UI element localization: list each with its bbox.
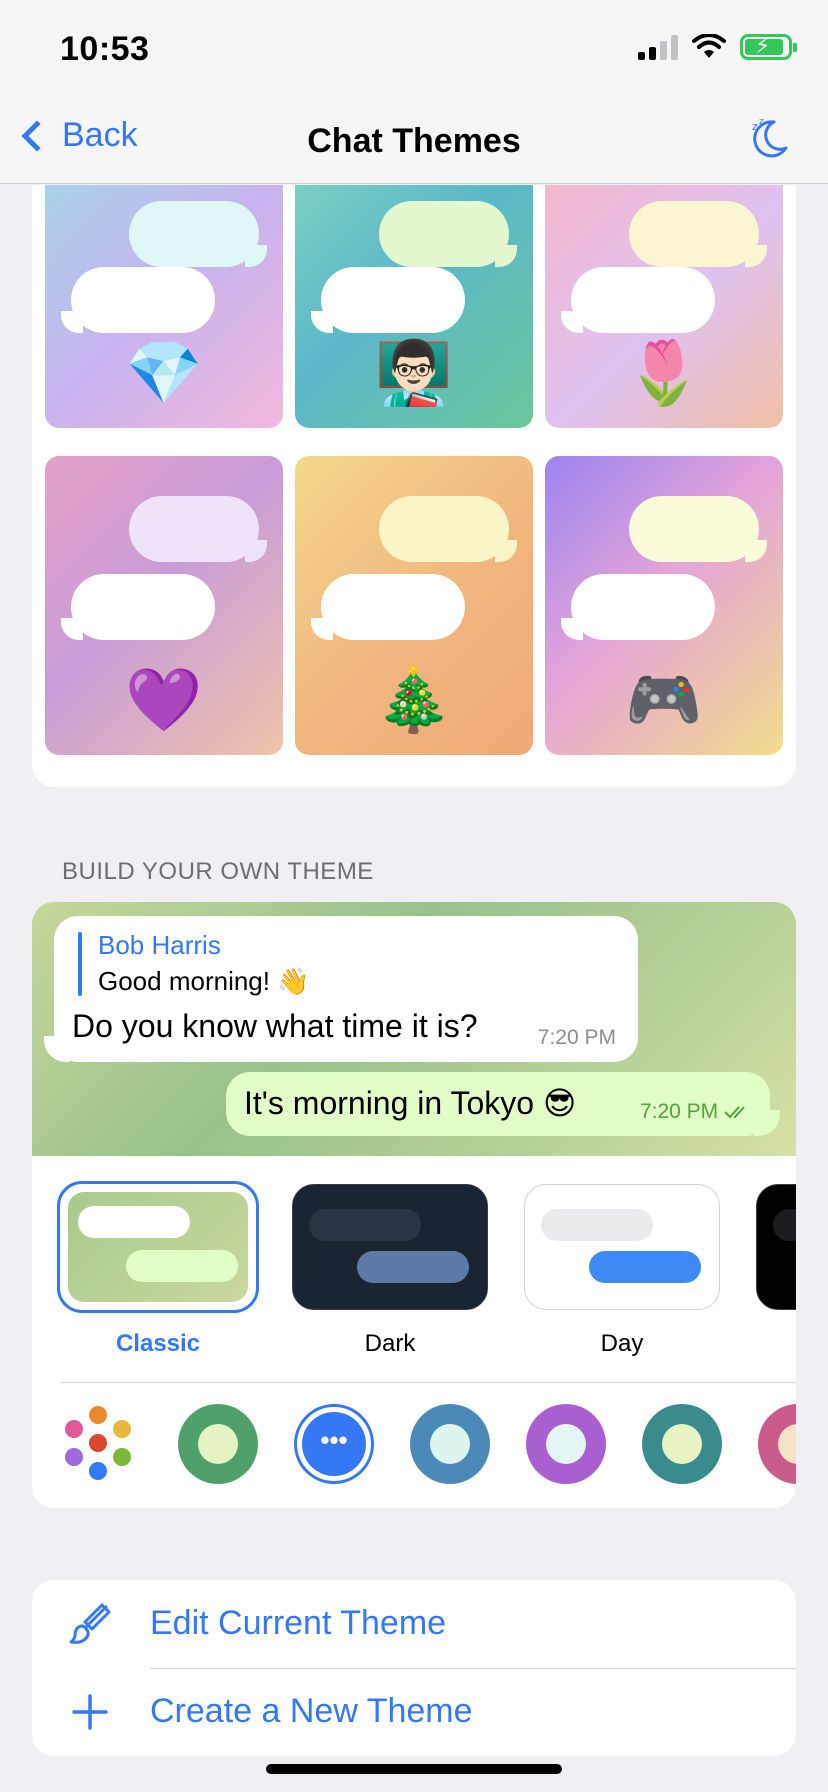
divider [60, 1382, 796, 1383]
incoming-bubble-preview [561, 267, 715, 333]
incoming-bubble-preview [61, 267, 215, 333]
edit-current-theme-button[interactable]: Edit Current Theme [32, 1580, 796, 1669]
status-icons: ⚡ [638, 33, 797, 60]
action-label: Create a New Theme [150, 1692, 473, 1730]
chat-preview: Bob Harris Good morning! 👋 Do you know w… [32, 902, 796, 1156]
preset-label: Classic [115, 1330, 201, 1357]
incoming-message: Bob Harris Good morning! 👋 Do you know w… [44, 916, 638, 1062]
incoming-bubble-preview [311, 267, 465, 333]
cellular-signal-icon [638, 34, 678, 60]
battery-icon: ⚡ [740, 33, 797, 60]
outgoing-message-time: 7:20 PM [639, 1100, 719, 1123]
home-indicator[interactable] [266, 1764, 562, 1774]
accent-swatch-purple[interactable] [526, 1404, 606, 1484]
action-label: Edit Current Theme [150, 1604, 447, 1642]
svg-text:z: z [759, 117, 764, 127]
section-header: BUILD YOUR OWN THEME [62, 858, 374, 885]
theme-tile[interactable]: 💎 [45, 185, 283, 428]
navigation-bar: Back Chat Themes z z [0, 96, 828, 184]
create-new-theme-button[interactable]: Create a New Theme [32, 1668, 796, 1756]
preset-thumbnail [292, 1184, 488, 1310]
preset-dark[interactable]: Dark [292, 1184, 488, 1358]
preset-thumbnail [57, 1181, 259, 1313]
wifi-icon [692, 34, 726, 58]
accent-swatch-pink[interactable] [758, 1404, 796, 1484]
svg-text:z: z [752, 120, 758, 133]
preset-day[interactable]: Day [524, 1184, 720, 1358]
outgoing-bubble-preview [379, 496, 517, 562]
theme-emoji: 🎄 [375, 666, 453, 735]
status-time: 10:53 [60, 30, 150, 68]
preset-label: Dark [364, 1330, 416, 1357]
preset-label: Day [600, 1330, 644, 1357]
chat-themes-grid: 💎 👨🏻‍🏫 🌷 💜 🎄 🎮 [32, 185, 796, 787]
theme-actions: Edit Current Theme Create a New Theme [32, 1580, 796, 1756]
preset-thumbnail [524, 1184, 720, 1310]
theme-emoji: 👨🏻‍🏫 [375, 339, 453, 408]
outgoing-bubble-preview [129, 496, 267, 562]
accent-swatch-steel-blue[interactable] [410, 1404, 490, 1484]
theme-emoji: 💎 [125, 339, 203, 408]
incoming-message-time: 7:20 PM [537, 1026, 616, 1049]
build-theme-card: Bob Harris Good morning! 👋 Do you know w… [32, 902, 796, 1508]
incoming-bubble-preview [61, 574, 215, 640]
plus-icon [72, 1694, 108, 1730]
more-options-icon: ••• [302, 1412, 366, 1476]
theme-emoji: 🎮 [625, 666, 703, 735]
brush-icon [69, 1603, 111, 1644]
theme-presets: Classic Dark Day [32, 1156, 796, 1382]
reply-quote-bar [78, 932, 82, 996]
custom-color-palette-icon[interactable] [58, 1404, 138, 1484]
outgoing-bubble-preview [629, 496, 767, 562]
outgoing-message-meta: 7:20 PM [640, 1100, 752, 1124]
preset-classic[interactable]: Classic [57, 1181, 259, 1358]
theme-emoji: 💜 [125, 666, 203, 735]
outgoing-bubble-preview [629, 201, 767, 267]
double-check-icon [724, 1106, 745, 1119]
theme-emoji: 🌷 [625, 339, 703, 408]
outgoing-message-text: It's morning in Tokyo 😎 [244, 1085, 577, 1121]
theme-tile[interactable]: 🎄 [295, 456, 533, 755]
reply-quote-text: Good morning! 👋 [98, 966, 310, 996]
outgoing-bubble-preview [379, 201, 517, 267]
scroll-content[interactable]: 💎 👨🏻‍🏫 🌷 💜 🎄 🎮 BUILD YOUR OWN T [0, 185, 828, 1792]
theme-tile[interactable]: 💜 [45, 456, 283, 755]
accent-swatch-teal[interactable] [642, 1404, 722, 1484]
preset-thumbnail [756, 1184, 796, 1310]
accent-swatch-blue-selected[interactable]: ••• [294, 1404, 374, 1484]
theme-tile[interactable]: 🎮 [545, 456, 783, 755]
incoming-bubble-preview [561, 574, 715, 640]
outgoing-message: It's morning in Tokyo 😎 7:20 PM [226, 1072, 780, 1136]
night-mode-moon-icon[interactable]: z z [744, 114, 792, 162]
accent-color-picker: ••• [32, 1400, 796, 1490]
incoming-message-text: Do you know what time it is? [72, 1008, 478, 1044]
page-title: Chat Themes [307, 122, 521, 160]
outgoing-bubble-preview [129, 201, 267, 267]
status-bar: 10:53 ⚡ [0, 0, 828, 96]
accent-swatch-green[interactable] [178, 1404, 258, 1484]
theme-tile[interactable]: 🌷 [545, 185, 783, 428]
preset-night[interactable] [756, 1184, 796, 1310]
incoming-bubble-preview [311, 574, 465, 640]
reply-sender-name: Bob Harris [98, 930, 221, 960]
theme-tile[interactable]: 👨🏻‍🏫 [295, 185, 533, 428]
